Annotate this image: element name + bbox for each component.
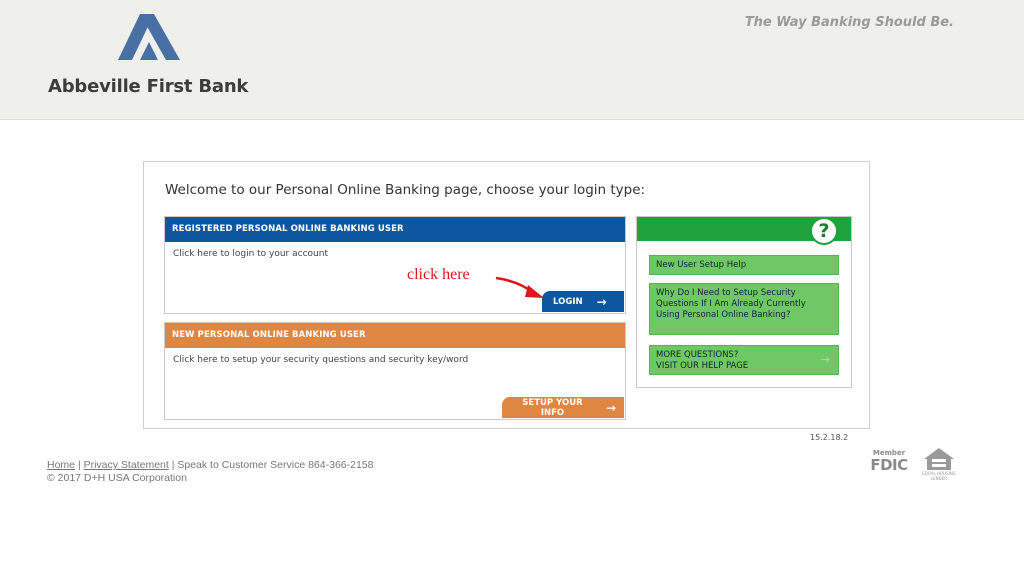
footer-separator: |	[77, 459, 81, 471]
new-user-setup-help-link[interactable]: New User Setup Help	[649, 255, 839, 275]
privacy-statement-link[interactable]: Privacy Statement	[84, 459, 169, 471]
login-panel: Welcome to our Personal Online Banking p…	[143, 161, 870, 429]
security-questions-help-link[interactable]: Why Do I Need to Setup Security Question…	[649, 283, 839, 335]
new-user-description[interactable]: Click here to setup your security questi…	[173, 355, 468, 365]
registered-user-description[interactable]: Click here to login to your account	[173, 249, 328, 259]
fdic-text: FDIC	[870, 456, 908, 474]
arrow-right-icon: →	[819, 352, 830, 367]
registered-user-card[interactable]: REGISTERED PERSONAL ONLINE BANKING USER …	[164, 216, 626, 314]
red-arrow-icon	[495, 276, 544, 298]
help-page-link-line2: VISIT OUR HELP PAGE	[656, 361, 749, 371]
login-button[interactable]: LOGIN →	[542, 291, 624, 312]
copyright-text: © 2017 D+H USA Corporation	[47, 472, 187, 484]
help-page-link[interactable]: MORE QUESTIONS? VISIT OUR HELP PAGE →	[649, 345, 839, 375]
help-header: ?	[637, 217, 851, 245]
login-button-label: LOGIN	[553, 296, 583, 307]
help-panel: ? New User Setup Help Why Do I Need to S…	[636, 216, 852, 388]
equal-housing-lender-label: EQUAL HOUSING LENDER	[922, 471, 956, 481]
arrow-right-icon: →	[605, 400, 616, 415]
registered-user-title: REGISTERED PERSONAL ONLINE BANKING USER	[165, 217, 625, 242]
setup-info-button[interactable]: SETUP YOUR INFO →	[502, 397, 624, 418]
bank-name: Abbeville First Bank	[48, 76, 249, 97]
help-page-link-line1: MORE QUESTIONS?	[656, 350, 739, 360]
setup-info-button-label: SETUP YOUR INFO	[522, 397, 583, 418]
question-mark-icon: ?	[810, 217, 838, 245]
customer-service-text: | Speak to Customer Service 864-366-2158	[171, 459, 374, 471]
version-number: 15.2.18.2	[810, 433, 849, 442]
abbeville-logo-icon[interactable]	[118, 14, 180, 60]
site-header: Abbeville First Bank The Way Banking Sho…	[0, 0, 1024, 120]
new-user-title: NEW PERSONAL ONLINE BANKING USER	[165, 323, 625, 348]
fdic-logo: Member FDIC	[868, 449, 910, 477]
footer-links: Home | Privacy Statement | Speak to Cust…	[47, 459, 373, 471]
home-link[interactable]: Home	[47, 459, 75, 471]
arrow-right-icon: →	[596, 294, 607, 309]
click-here-annotation: click here	[407, 266, 470, 283]
tagline: The Way Banking Should Be.	[744, 15, 954, 30]
new-user-card[interactable]: NEW PERSONAL ONLINE BANKING USER Click h…	[164, 322, 626, 420]
welcome-heading: Welcome to our Personal Online Banking p…	[165, 182, 646, 198]
